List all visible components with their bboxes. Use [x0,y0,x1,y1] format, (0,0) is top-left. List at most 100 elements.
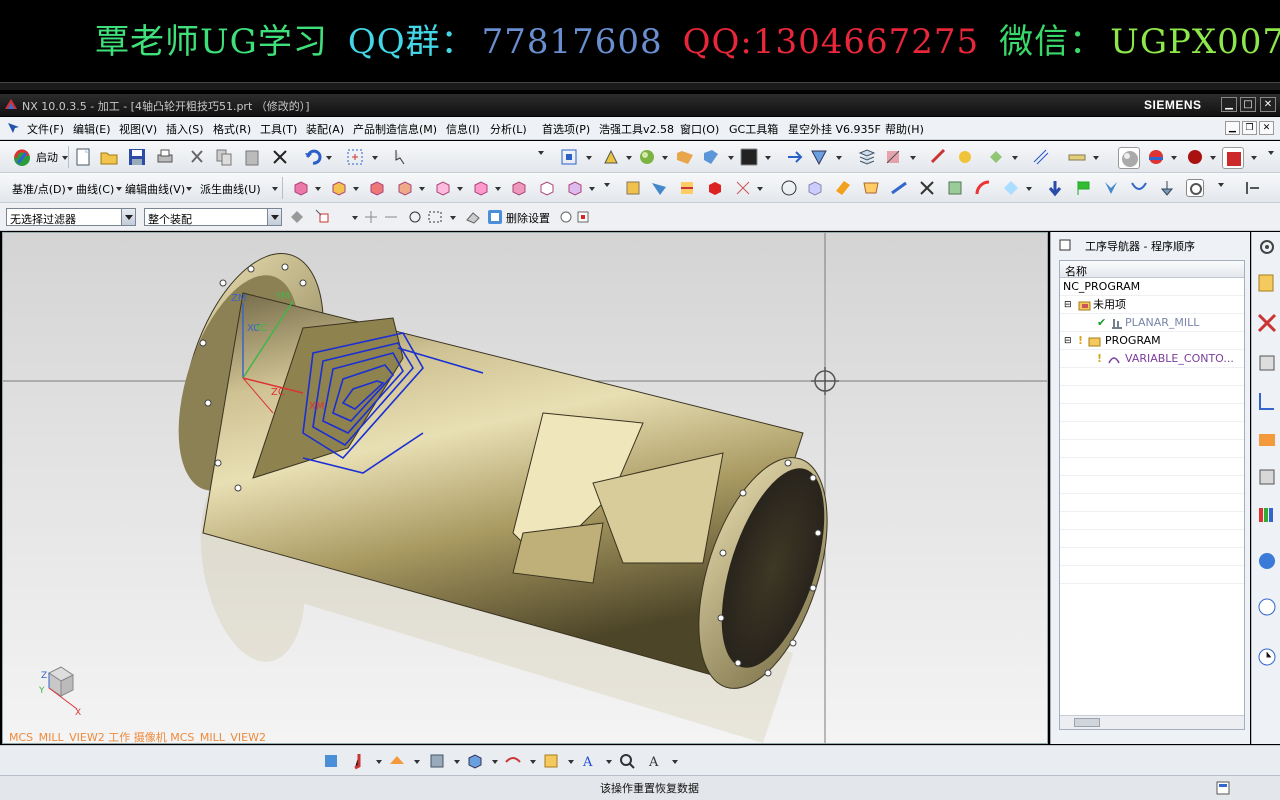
analysis-icon[interactable] [956,148,974,166]
delete-icon[interactable] [271,148,289,166]
dark-sphere-dropdown-icon[interactable] [1210,156,1216,160]
type-filter-select[interactable]: 无选择过滤器 [6,208,136,226]
tool-holder-icon[interactable] [1158,179,1176,197]
blend-dropdown-icon[interactable] [589,187,595,191]
shaded-sphere-icon[interactable] [638,148,656,166]
blue-tool-icon[interactable] [1102,179,1120,197]
menu-window[interactable]: 窗口(O) [680,121,719,137]
tree-row-variable-contour[interactable]: ! VARIABLE_CONTO... [1060,350,1244,368]
delete-settings-icon[interactable] [486,208,504,226]
sweep-surface-icon[interactable] [1002,179,1020,197]
verify-icon[interactable] [542,752,560,770]
tree-row-nc-program[interactable]: NC_PROGRAM [1060,278,1244,296]
arrow-right-icon[interactable] [786,148,804,166]
text-style-icon[interactable]: A [646,752,664,770]
face-blend-icon[interactable] [974,179,992,197]
background-icon[interactable] [740,148,758,166]
menu-analysis[interactable]: 分析(L) [490,121,527,137]
system-materials-tab-icon[interactable] [1256,596,1278,618]
collapse-icon[interactable]: ⊟ [1064,332,1072,350]
menu-assembly[interactable]: 装配(A) [306,121,344,137]
print-icon[interactable] [156,148,174,166]
red-cube-icon[interactable] [706,179,724,197]
stop-icon[interactable] [574,208,592,226]
red-sphere-icon[interactable] [1147,148,1165,166]
undo-icon[interactable] [304,148,322,166]
sew-icon[interactable] [734,179,752,197]
box-dropdown-icon[interactable] [728,156,734,160]
new-file-icon[interactable] [74,148,92,166]
menu-format[interactable]: 格式(R) [213,121,251,137]
toolbar2-end-overflow-icon[interactable] [1218,183,1224,187]
extension-icon[interactable] [890,179,908,197]
menu-preferences[interactable]: 首选项(P) [542,121,590,137]
create-method-icon[interactable] [428,752,446,770]
chevron-down-icon[interactable] [267,209,281,225]
cut-icon[interactable] [188,148,206,166]
rectangle-select-icon[interactable] [426,208,444,226]
display-dropdown-icon[interactable] [1251,156,1257,160]
orange-folder-icon[interactable] [676,148,694,166]
annotation-icon[interactable]: A [580,752,598,770]
create-geometry-icon[interactable] [388,752,406,770]
dark-red-sphere-icon[interactable] [1186,148,1204,166]
generate-dropdown-icon[interactable] [530,760,536,764]
surface-icon[interactable] [806,179,824,197]
select-dropdown-icon[interactable] [372,156,378,160]
snap-arrows-icon[interactable] [362,208,380,226]
derived-curve-menu[interactable]: 派生曲线(U) [200,181,261,197]
column-header-name[interactable]: 名称 [1060,261,1244,278]
horizontal-scrollbar[interactable] [1060,715,1244,729]
menu-gc-toolbox[interactable]: GC工具箱 [729,121,778,137]
menu-insert[interactable]: 插入(S) [166,121,204,137]
assembly-navigator-tab-icon[interactable] [1256,352,1278,374]
open-file-icon[interactable] [100,148,118,166]
menu-edit[interactable]: 编辑(E) [73,121,111,137]
shell-icon[interactable] [434,179,452,197]
assembly-filter-icon[interactable] [288,208,306,226]
part-navigator-tab-icon[interactable] [1256,312,1278,334]
sweep-dropdown-icon[interactable] [1026,187,1032,191]
verify-dropdown-icon[interactable] [568,760,574,764]
sew-dropdown-icon[interactable] [757,187,763,191]
graphics-window[interactable]: ZM YM XC YC ZC XM Z X Y MCS_MILL_VIEW2 工… [2,232,1048,744]
copy-icon[interactable] [215,148,233,166]
trim-body-icon[interactable] [472,179,490,197]
render-dropdown-icon[interactable] [662,156,668,160]
snap-point-icon[interactable] [314,208,332,226]
tree-row-planar-mill[interactable]: ✔ PLANAR_MILL [1060,314,1244,332]
green-flag-icon[interactable] [1074,179,1092,197]
doc-close-button[interactable]: ✕ [1259,121,1274,135]
gear-icon[interactable] [1256,236,1278,258]
navigator-tree[interactable]: 名称 NC_PROGRAM ⊟ 未用项 ✔ PLANAR_MILL ⊟ ! PR… [1059,260,1245,730]
touch-mode-icon[interactable] [390,148,408,166]
ruled-surface-icon[interactable] [834,179,852,197]
trim-sheet-icon[interactable] [918,179,936,197]
model-canvas[interactable]: ZM YM XC YC ZC XM Z X Y [3,233,1048,744]
menu-xingkong-plugin[interactable]: 星空外挂 V6.935F [788,121,881,137]
grid-icon[interactable] [1032,148,1050,166]
render-style-icon[interactable] [1118,147,1140,169]
chevron-down-icon[interactable] [121,209,135,225]
annotation-dropdown-icon[interactable] [606,760,612,764]
rect-dropdown-icon[interactable] [450,216,456,220]
background-dropdown-icon[interactable] [765,156,771,160]
tree-row-program[interactable]: ⊟ ! PROGRAM [1060,332,1244,350]
snap-dropdown-icon[interactable] [352,216,358,220]
orient-view-icon[interactable] [602,148,620,166]
sphere-dropdown-icon[interactable] [1171,156,1177,160]
tree-row-unused[interactable]: ⊟ 未用项 [1060,296,1244,314]
scope-select[interactable]: 整个装配 [144,208,282,226]
hd3d-tab-icon[interactable] [1256,466,1278,488]
block-dropdown-icon[interactable] [315,187,321,191]
palette-tab-icon[interactable] [1256,504,1278,526]
section-dropdown-icon[interactable] [836,156,842,160]
pin-icon[interactable] [1059,239,1071,251]
datum-point-menu[interactable]: 基准/点(D) [12,181,66,197]
extrude-icon[interactable] [330,179,348,197]
operation-dropdown-icon[interactable] [492,760,498,764]
machine-navigator-tab-icon[interactable] [1256,390,1278,412]
more-tools-icon[interactable] [1244,179,1262,197]
circle-icon[interactable] [780,179,798,197]
edit-curve-dropdown-icon[interactable] [186,187,192,191]
